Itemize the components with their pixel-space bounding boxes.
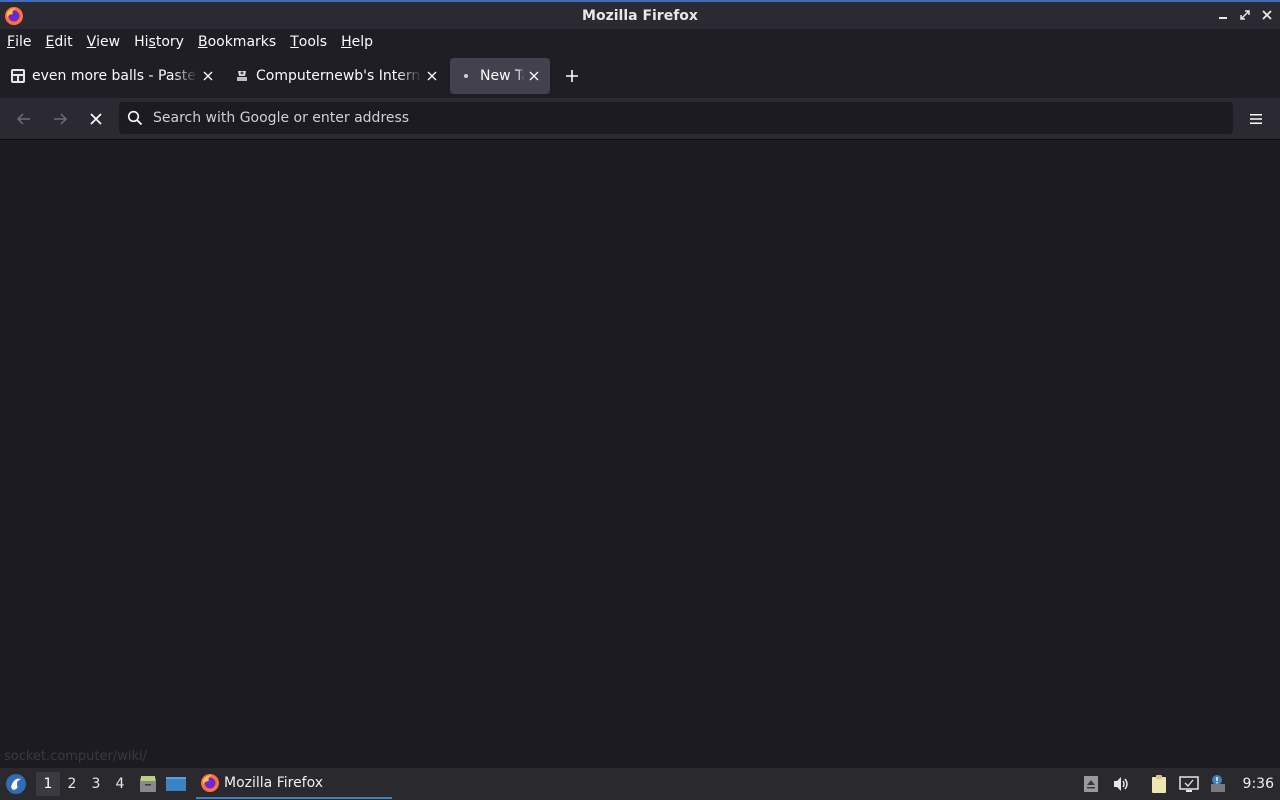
url-input[interactable] — [153, 110, 1233, 126]
menu-mnemonic: T — [290, 33, 299, 50]
tab-label: Computernewb's Internet Wiki — [256, 68, 422, 84]
menu-label: elp — [351, 33, 373, 50]
file-manager-icon — [140, 776, 156, 792]
taskbar-task-firefox[interactable]: Mozilla Firefox — [196, 769, 392, 799]
system-tray: 9:36 — [1081, 768, 1274, 800]
notification-icon[interactable] — [1209, 774, 1229, 794]
pastebin-favicon-icon — [10, 68, 26, 84]
tab-new-tab[interactable]: New Tab — [450, 58, 550, 94]
desktop-icon — [166, 777, 186, 791]
tab-pastebin[interactable]: even more balls - Pastebin.com — [2, 58, 224, 94]
menu-label: ookmarks — [207, 33, 277, 50]
plus-icon — [566, 70, 578, 82]
menu-file[interactable]: File — [0, 29, 38, 54]
forward-button[interactable] — [46, 105, 74, 133]
workspace-1-button[interactable]: 1 — [36, 772, 60, 796]
maximize-button[interactable] — [1236, 6, 1254, 24]
menu-label: tory — [155, 33, 184, 50]
network-icon[interactable] — [1178, 774, 1199, 794]
menu-bar: File Edit View Hi s tory Bookmarks Tools H… — [0, 29, 1280, 54]
menu-mnemonic: F — [7, 33, 16, 50]
tab-close-button[interactable] — [424, 68, 440, 84]
close-window-button[interactable] — [1258, 6, 1276, 24]
stop-loading-button[interactable] — [82, 105, 110, 133]
menu-bookmarks[interactable]: Bookmarks — [191, 29, 283, 54]
volume-icon[interactable] — [1111, 774, 1131, 794]
menu-label: dit — [54, 33, 73, 50]
arrow-right-icon — [54, 113, 68, 125]
menu-mnemonic: V — [86, 33, 97, 50]
tab-label: New Tab — [480, 68, 524, 84]
task-label: Mozilla Firefox — [224, 775, 324, 791]
workspace-4-button[interactable]: 4 — [108, 772, 132, 796]
menu-view[interactable]: View — [80, 29, 128, 54]
eject-tray-icon[interactable] — [1081, 774, 1101, 794]
menu-label: ools — [298, 33, 328, 50]
menu-label: iew — [96, 33, 121, 50]
tab-strip: even more balls - Pastebin.com Computern… — [0, 54, 1280, 98]
window-titlebar[interactable]: Mozilla Firefox — [0, 0, 1280, 29]
firefox-icon — [4, 6, 24, 26]
menu-label: ile — [15, 33, 32, 50]
menu-mnemonic: s — [148, 33, 156, 50]
back-button[interactable] — [10, 105, 38, 133]
menu-tools[interactable]: Tools — [283, 29, 334, 54]
minimize-button[interactable] — [1214, 6, 1232, 24]
hamburger-menu-icon — [1250, 114, 1262, 124]
menu-label: Hi — [134, 33, 149, 50]
close-icon — [90, 113, 102, 125]
clock[interactable]: 9:36 — [1243, 776, 1274, 792]
distro-logo-icon — [6, 774, 26, 794]
new-tab-button[interactable] — [558, 62, 586, 90]
menu-mnemonic: H — [341, 33, 352, 50]
firefox-icon — [200, 773, 220, 793]
taskbar: 1 2 3 4 Mozilla Firefox 9:36 — [0, 768, 1280, 800]
menu-history[interactable]: Hi s tory — [127, 29, 191, 54]
tab-wiki[interactable]: Computernewb's Internet Wiki — [226, 58, 448, 94]
file-manager-launcher[interactable] — [136, 772, 160, 796]
status-url: socket.computer/wiki/ — [4, 749, 148, 764]
menu-mnemonic: E — [45, 33, 55, 50]
menu-edit[interactable]: Edit — [38, 29, 79, 54]
screen: Mozilla Firefox File Edit View Hi s tory B… — [0, 0, 1280, 800]
window-controls — [1214, 6, 1276, 24]
tab-close-button[interactable] — [526, 68, 542, 84]
clipboard-icon[interactable] — [1149, 774, 1169, 794]
tab-label: even more balls - Pastebin.com — [32, 68, 198, 84]
close-icon — [1262, 10, 1272, 20]
menu-mnemonic: B — [197, 33, 208, 50]
close-icon — [529, 71, 539, 81]
tab-close-button[interactable] — [200, 68, 216, 84]
loading-dot-icon — [458, 68, 474, 84]
menu-help[interactable]: Help — [334, 29, 380, 54]
page-content[interactable]: socket.computer/wiki/ — [0, 140, 1280, 768]
arrow-left-icon — [16, 113, 30, 125]
window-title: Mozilla Firefox — [582, 7, 698, 24]
nav-bar — [0, 98, 1280, 140]
wiki-favicon-icon — [234, 68, 250, 84]
close-icon — [203, 71, 213, 81]
url-bar[interactable] — [119, 102, 1233, 134]
maximize-icon — [1240, 10, 1250, 20]
desktop-launcher[interactable] — [164, 772, 188, 796]
minimize-icon — [1219, 17, 1227, 19]
workspace-2-button[interactable]: 2 — [60, 772, 84, 796]
search-icon — [127, 110, 143, 126]
workspace-3-button[interactable]: 3 — [84, 772, 108, 796]
close-icon — [427, 71, 437, 81]
start-menu-button[interactable] — [4, 772, 28, 796]
app-menu-button[interactable] — [1242, 105, 1270, 133]
